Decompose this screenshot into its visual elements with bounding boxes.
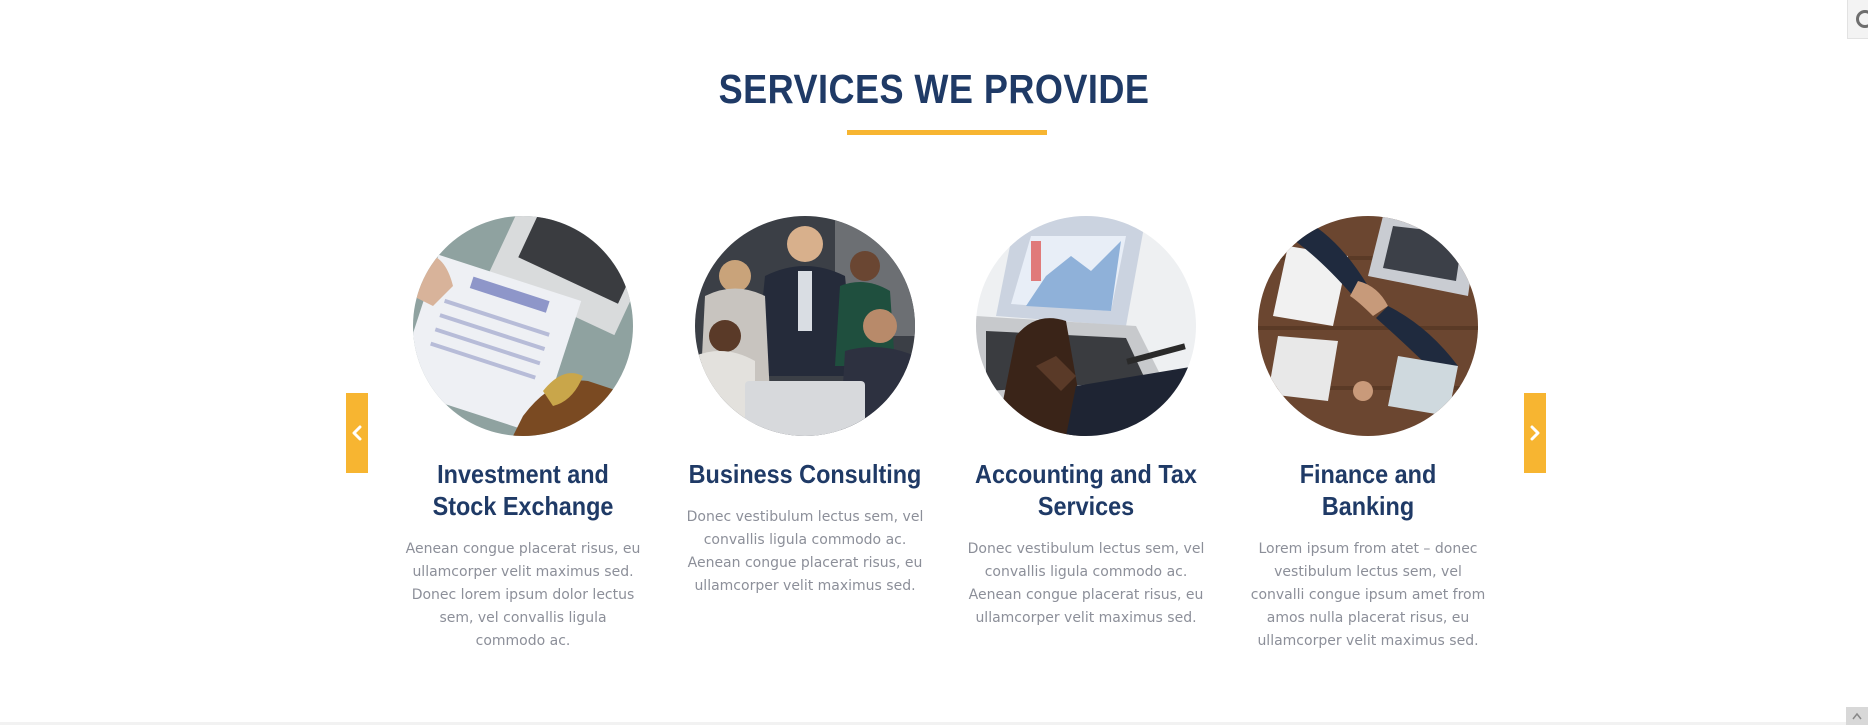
title-underline <box>847 130 1047 135</box>
carousel-next-button[interactable] <box>1524 393 1546 473</box>
service-image-investment[interactable] <box>413 216 633 436</box>
service-image-accounting[interactable] <box>976 216 1196 436</box>
service-card-finance: Finance and Banking Lorem ipsum from ate… <box>1238 216 1498 653</box>
chevron-up-icon <box>1852 712 1862 720</box>
service-name[interactable]: Accounting and Tax Services <box>969 458 1203 522</box>
chevron-left-icon <box>352 425 362 441</box>
invoice-and-laptop-photo <box>413 216 633 436</box>
service-image-consulting[interactable] <box>695 216 915 436</box>
service-card-consulting: Business Consulting Donec vestibulum lec… <box>675 216 935 598</box>
service-description: Donec vestibulum lectus sem, vel convall… <box>967 541 1205 626</box>
service-name[interactable]: Finance and Banking <box>1251 458 1485 522</box>
chevron-right-icon <box>1530 425 1540 441</box>
settings-toggle[interactable] <box>1847 0 1868 39</box>
service-image-finance[interactable] <box>1258 216 1478 436</box>
service-name[interactable]: Investment and Stock Exchange <box>406 458 640 522</box>
service-description: Aenean congue placerat risus, eu ullamco… <box>405 541 641 649</box>
scroll-top-button[interactable] <box>1846 707 1868 725</box>
team-meeting-photo <box>695 216 915 436</box>
service-name[interactable]: Business Consulting <box>688 458 922 490</box>
service-card-investment: Investment and Stock Exchange Aenean con… <box>393 216 653 653</box>
service-card-accounting: Accounting and Tax Services Donec vestib… <box>956 216 1216 630</box>
service-description: Donec vestibulum lectus sem, vel convall… <box>686 509 924 594</box>
services-page: SERVICES WE PROVIDE Investment and Stock… <box>0 0 1868 725</box>
section-title: SERVICES WE PROVIDE <box>718 66 1150 112</box>
settings-ring-icon <box>1856 10 1868 28</box>
carousel-prev-button[interactable] <box>346 393 368 473</box>
handshake-desk-photo <box>1258 216 1478 436</box>
service-description: Lorem ipsum from atet – donec vestibulum… <box>1250 541 1486 649</box>
laptop-chart-typing-photo <box>976 216 1196 436</box>
